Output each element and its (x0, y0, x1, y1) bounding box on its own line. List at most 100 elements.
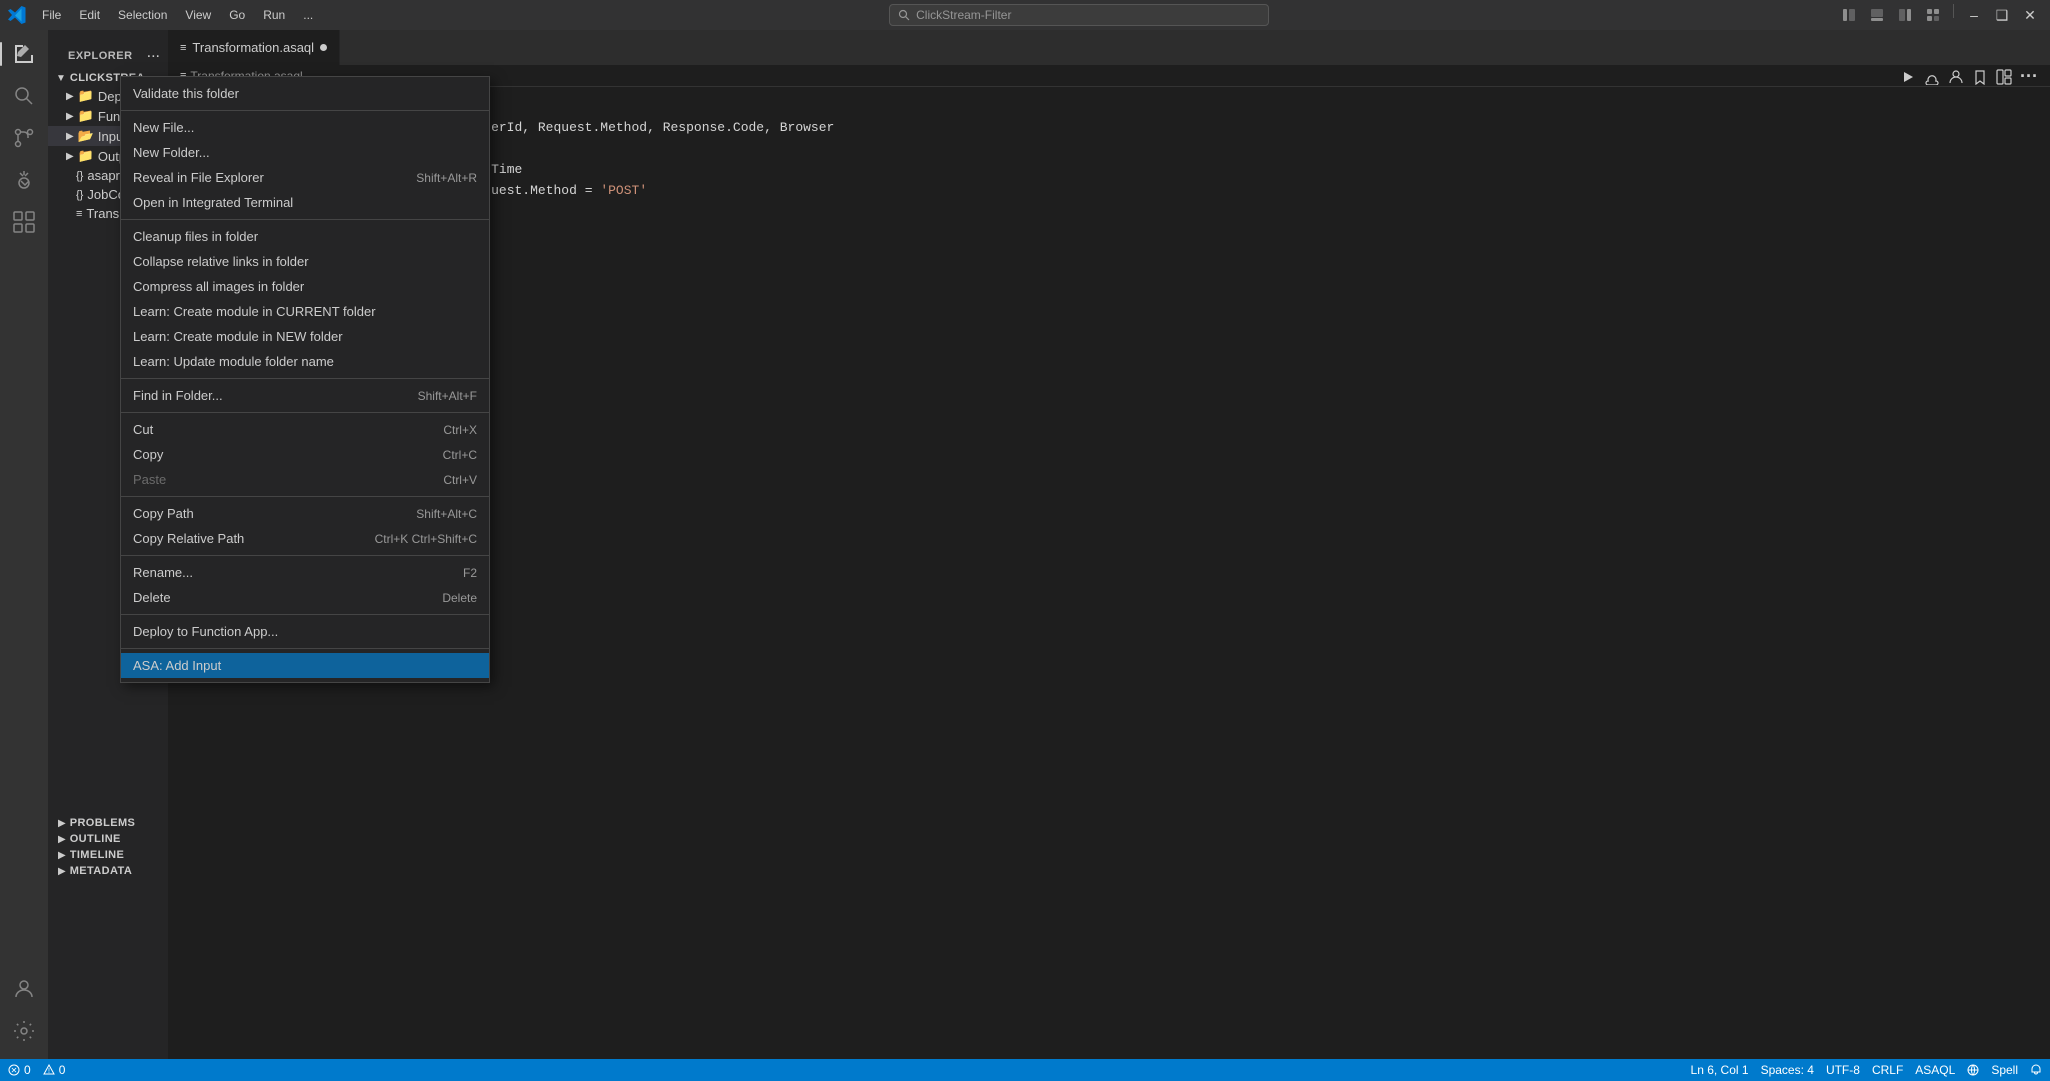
ctx-validate-folder[interactable]: Validate this folder (121, 81, 489, 106)
menu-more[interactable]: ... (295, 6, 321, 24)
activity-account[interactable] (4, 969, 44, 1009)
folder-icon: 📁 (78, 148, 94, 164)
ctx-new-folder[interactable]: New Folder... (121, 140, 489, 165)
ctx-item-label: Collapse relative links in folder (133, 254, 309, 269)
person-icon[interactable] (1948, 69, 1964, 85)
menu-file[interactable]: File (34, 6, 69, 24)
file-icon: {} (76, 170, 83, 182)
ctx-copy-path[interactable]: Copy Path Shift+Alt+C (121, 501, 489, 526)
run-icon[interactable] (1900, 69, 1916, 85)
bookmark-icon[interactable] (1972, 69, 1988, 85)
ctx-item-shortcut: Ctrl+V (443, 473, 477, 487)
ctx-copy-relative-path[interactable]: Copy Relative Path Ctrl+K Ctrl+Shift+C (121, 526, 489, 551)
toggle-panel[interactable] (1865, 4, 1889, 26)
ctx-learn-update-folder[interactable]: Learn: Update module folder name (121, 349, 489, 374)
activity-bar (0, 30, 48, 1059)
ctx-asa-add-input[interactable]: ASA: Add Input (121, 653, 489, 678)
panel-outline[interactable]: ▶ OUTLINE (48, 831, 168, 847)
minimize-button[interactable]: – (1962, 4, 1986, 26)
panel-arrow-icon: ▶ (58, 834, 66, 845)
svg-text:!: ! (48, 1068, 50, 1075)
ctx-reveal-explorer[interactable]: Reveal in File Explorer Shift+Alt+R (121, 165, 489, 190)
tab-bar: ≡ Transformation.asaql (168, 30, 2050, 65)
restore-button[interactable]: ❑ (1990, 4, 2014, 26)
status-position[interactable]: Ln 6, Col 1 (1691, 1063, 1749, 1077)
folder-icon: 📂 (78, 128, 94, 144)
sidebar-more-button[interactable]: ... (147, 44, 160, 62)
more-actions-icon[interactable]: ··· (2020, 66, 2038, 87)
ctx-new-file[interactable]: New File... (121, 115, 489, 140)
status-spell[interactable]: Spell (1991, 1063, 2018, 1077)
ctx-item-label: Delete (133, 590, 171, 605)
main-layout: EXPLORER ... ▼ CLICKSTREAM-FILTER ▶ 📁 De… (0, 30, 2050, 1059)
toggle-secondary-sidebar[interactable] (1893, 4, 1917, 26)
sidebar-item-label: Trans (86, 206, 119, 221)
activity-extensions[interactable] (4, 202, 44, 242)
ctx-delete[interactable]: Delete Delete (121, 585, 489, 610)
status-spaces[interactable]: Spaces: 4 (1761, 1063, 1814, 1077)
menu-selection[interactable]: Selection (110, 6, 175, 24)
activity-search[interactable] (4, 76, 44, 116)
menu-edit[interactable]: Edit (71, 6, 108, 24)
activity-run-debug[interactable] (4, 160, 44, 200)
status-encoding[interactable]: UTF-8 (1826, 1063, 1860, 1077)
tab-icon: ≡ (180, 42, 186, 54)
ctx-item-label: Copy Path (133, 506, 194, 521)
panel-problems[interactable]: ▶ PROBLEMS (48, 815, 168, 831)
ctx-copy[interactable]: Copy Ctrl+C (121, 442, 489, 467)
status-bell[interactable] (2030, 1063, 2042, 1077)
ctx-learn-current-folder[interactable]: Learn: Create module in CURRENT folder (121, 299, 489, 324)
menu-run[interactable]: Run (255, 6, 293, 24)
tab-label: Transformation.asaql (192, 40, 314, 55)
spaces-label: Spaces: 4 (1761, 1063, 1814, 1077)
close-button[interactable]: ✕ (2018, 4, 2042, 26)
folder-arrow-icon: ▶ (66, 111, 74, 122)
activity-bottom (4, 969, 44, 1059)
toggle-primary-sidebar[interactable] (1837, 4, 1861, 26)
ctx-collapse-links[interactable]: Collapse relative links in folder (121, 249, 489, 274)
activity-settings[interactable] (4, 1011, 44, 1051)
panel-label: TIMELINE (70, 849, 125, 861)
ctx-separator (121, 614, 489, 615)
status-eol[interactable]: CRLF (1872, 1063, 1903, 1077)
folder-arrow-icon: ▶ (66, 151, 74, 162)
status-globe[interactable] (1967, 1063, 1979, 1077)
ctx-learn-new-folder[interactable]: Learn: Create module in NEW folder (121, 324, 489, 349)
activity-explorer[interactable] (4, 34, 44, 74)
titlebar: File Edit Selection View Go Run ... Clic… (0, 0, 2050, 30)
panel-timeline[interactable]: ▶ TIMELINE (48, 847, 168, 863)
ctx-find-in-folder[interactable]: Find in Folder... Shift+Alt+F (121, 383, 489, 408)
sidebar-title: EXPLORER (56, 40, 145, 66)
ctx-item-label: ASA: Add Input (133, 658, 221, 673)
status-errors[interactable]: ✕ 0 (8, 1063, 31, 1077)
ctx-separator (121, 555, 489, 556)
customize-layout[interactable] (1921, 4, 1945, 26)
cloud-icon[interactable] (1924, 69, 1940, 85)
ctx-compress-images[interactable]: Compress all images in folder (121, 274, 489, 299)
ctx-open-terminal[interactable]: Open in Integrated Terminal (121, 190, 489, 215)
ctx-deploy-function-app[interactable]: Deploy to Function App... (121, 619, 489, 644)
layout-icon[interactable] (1996, 69, 2012, 85)
search-box[interactable]: ClickStream-Filter (889, 4, 1269, 26)
ctx-item-label: Compress all images in folder (133, 279, 304, 294)
tab-transformation[interactable]: ≡ Transformation.asaql (168, 30, 340, 65)
ctx-cleanup-files[interactable]: Cleanup files in folder (121, 224, 489, 249)
ctx-item-shortcut: Shift+Alt+C (416, 507, 477, 521)
panel-arrow-icon: ▶ (58, 818, 66, 829)
status-language[interactable]: ASAQL (1915, 1063, 1955, 1077)
ctx-item-label: Paste (133, 472, 166, 487)
spell-label: Spell (1991, 1063, 2018, 1077)
project-arrow-icon: ▼ (56, 73, 66, 84)
ctx-item-label: Learn: Create module in NEW folder (133, 329, 343, 344)
ctx-item-label: Validate this folder (133, 86, 239, 101)
titlebar-search: ClickStream-Filter (329, 4, 1829, 26)
menu-view[interactable]: View (177, 6, 219, 24)
editor-actions: ··· (1900, 66, 2038, 87)
status-warnings[interactable]: ! 0 (43, 1063, 66, 1077)
menu-go[interactable]: Go (221, 6, 253, 24)
panel-metadata[interactable]: ▶ METADATA (48, 863, 168, 879)
ctx-cut[interactable]: Cut Ctrl+X (121, 417, 489, 442)
activity-source-control[interactable] (4, 118, 44, 158)
ctx-rename[interactable]: Rename... F2 (121, 560, 489, 585)
ctx-separator (121, 496, 489, 497)
